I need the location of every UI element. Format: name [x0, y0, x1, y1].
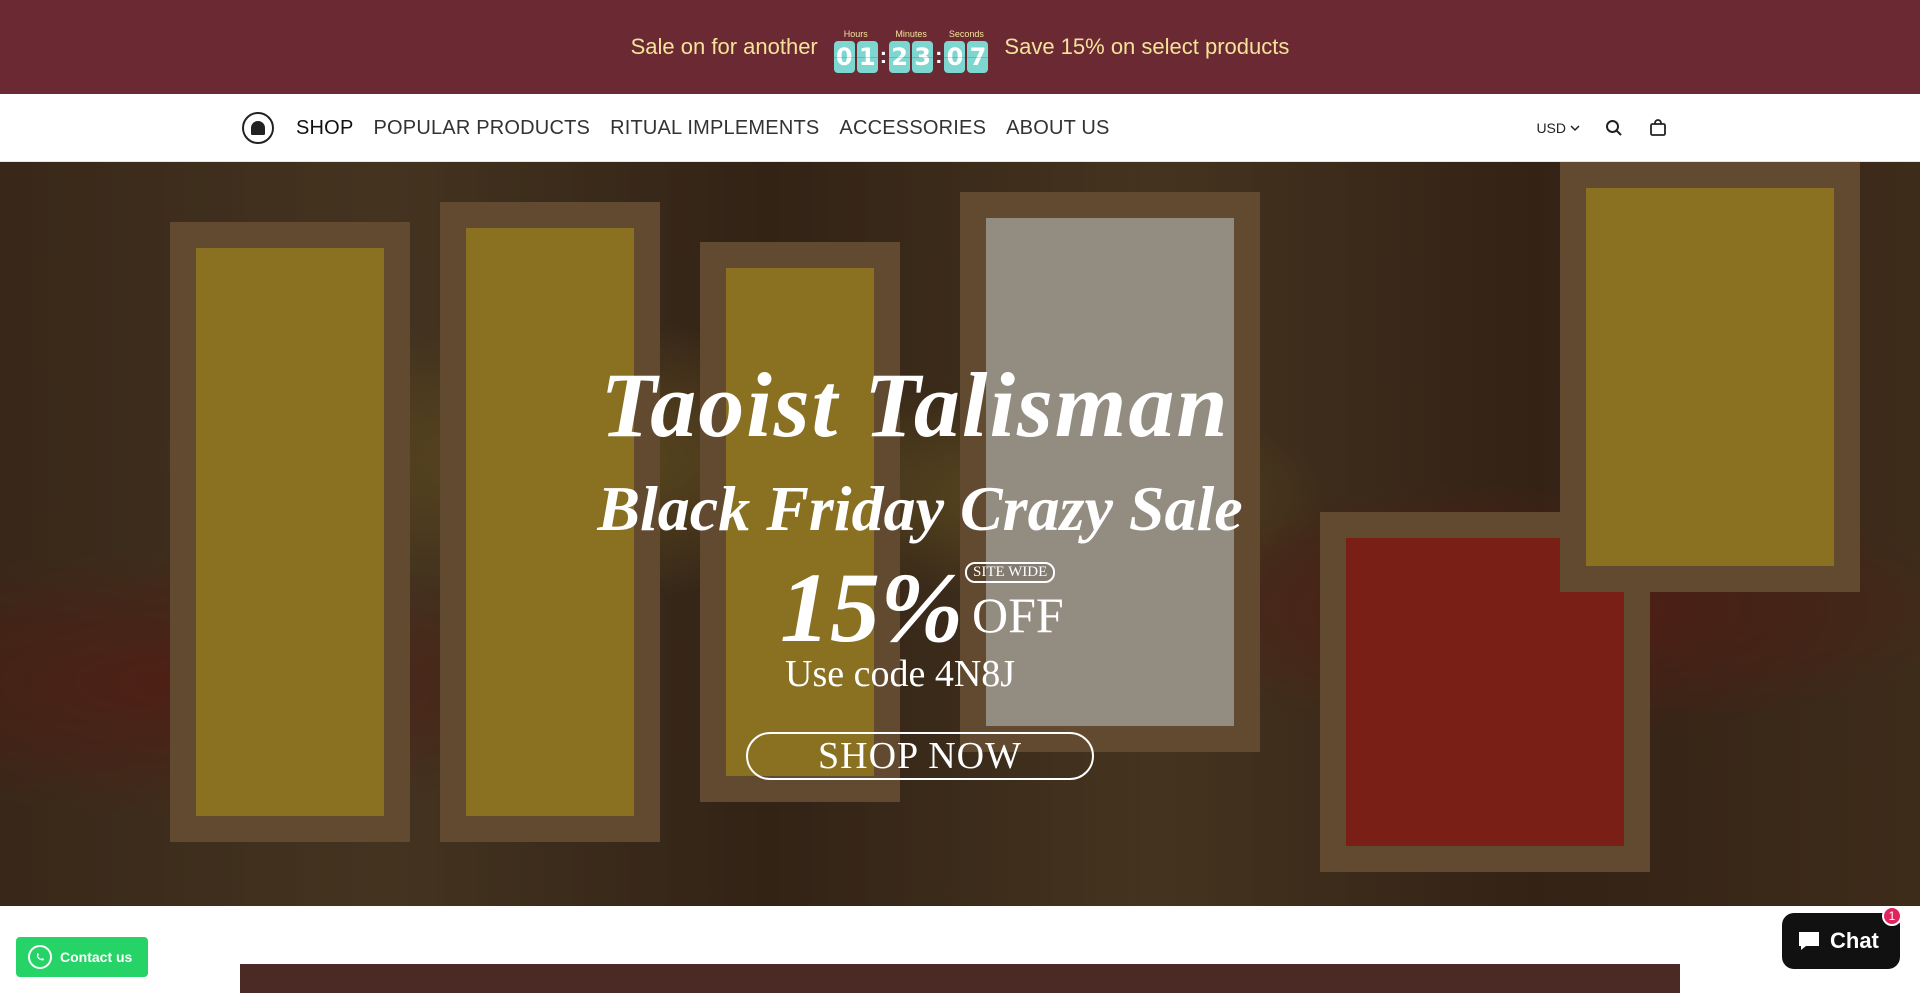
next-section-banner	[240, 964, 1680, 993]
hero-promo-code: Use code 4N8J	[785, 653, 1016, 695]
nav-item-accessories[interactable]: ACCESSORIES	[839, 117, 986, 140]
timer-minutes-label: Minutes	[895, 29, 927, 39]
timer-seconds: Seconds 0 7	[944, 29, 989, 73]
timer-digit: 1	[856, 41, 878, 73]
currency-selector[interactable]: USD	[1536, 120, 1580, 136]
sitewide-badge: SITE WIDE	[965, 562, 1056, 583]
timer-digit: 7	[967, 41, 989, 73]
search-icon[interactable]	[1604, 118, 1624, 138]
chat-notification-badge: 1	[1882, 906, 1902, 926]
hero-discount-percent: 15%	[780, 552, 964, 663]
timer-digit: 3	[912, 41, 934, 73]
currency-label: USD	[1536, 120, 1566, 136]
timer-digit: 0	[944, 41, 966, 73]
hero-banner: Taoist Talisman Black Friday Crazy Sale …	[0, 162, 1920, 906]
hero-content: Taoist Talisman Black Friday Crazy Sale …	[0, 162, 1920, 906]
nav-item-popular-products[interactable]: POPULAR PRODUCTS	[373, 117, 590, 140]
announcement-prefix: Sale on for another	[630, 34, 818, 59]
contact-us-button[interactable]: Contact us	[16, 937, 148, 977]
hero-title: Taoist Talisman	[600, 354, 1230, 456]
timer-minutes: Minutes 2 3	[889, 29, 934, 73]
timer-hours: Hours 0 1	[833, 29, 878, 73]
main-nav: SHOP POPULAR PRODUCTS RITUAL IMPLEMENTS …	[296, 94, 1110, 162]
nav-item-about-us[interactable]: ABOUT US	[1006, 117, 1109, 140]
header-actions: USD	[1536, 94, 1668, 162]
timer-seconds-label: Seconds	[948, 29, 984, 39]
contact-us-label: Contact us	[60, 949, 133, 965]
whatsapp-icon	[28, 945, 52, 969]
nav-item-ritual-implements[interactable]: RITUAL IMPLEMENTS	[610, 117, 819, 140]
timer-colon: :	[879, 43, 888, 68]
chevron-down-icon	[1570, 125, 1580, 132]
nav-item-shop[interactable]: SHOP	[296, 117, 353, 140]
chat-label: Chat	[1830, 928, 1879, 953]
timer-hours-label: Hours	[843, 29, 868, 39]
shop-now-button[interactable]: SHOP NOW	[746, 732, 1094, 780]
hero-off-text: OFF	[972, 587, 1064, 643]
chat-bubble-icon	[1799, 932, 1819, 950]
announcement-bar: Sale on for another Hours 0 1 : Minutes …	[0, 0, 1920, 94]
hero-subtitle: Black Friday Crazy Sale	[597, 473, 1243, 544]
cart-icon[interactable]	[1648, 118, 1668, 138]
announcement-suffix: Save 15% on select products	[1004, 34, 1290, 59]
site-header: SHOP POPULAR PRODUCTS RITUAL IMPLEMENTS …	[0, 94, 1920, 162]
taoist-logo-icon[interactable]	[242, 112, 274, 144]
countdown-timer: Hours 0 1 : Minutes 2 3 : Seconds 0 7	[833, 21, 989, 73]
timer-digit: 0	[833, 41, 855, 73]
chat-button[interactable]: Chat	[1782, 913, 1900, 969]
timer-digit: 2	[889, 41, 911, 73]
timer-colon: :	[935, 43, 943, 68]
